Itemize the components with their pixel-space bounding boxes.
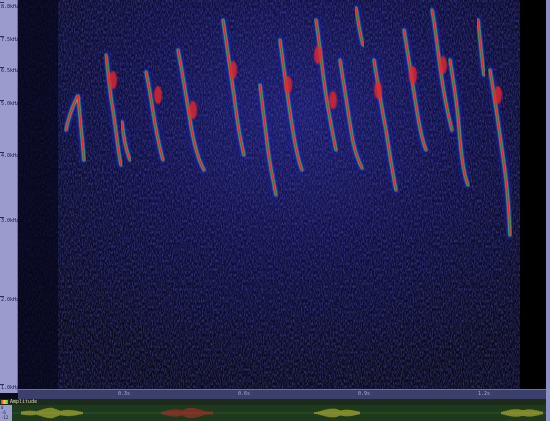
amp-tick-label: -12 [1, 415, 9, 420]
freq-tick-label: 1.0kHz [1, 385, 20, 391]
time-tick-label: 0.6s [238, 391, 251, 397]
spectrogram-viewer: 8.8kHz 7.5kHz 6.5kHz 5.0kHz 4.0kHz 3.0kH… [0, 0, 550, 421]
energy-hotspot [439, 56, 447, 74]
ruler-mark [0, 2, 4, 3]
freq-tick-label: 6.5kHz [1, 68, 20, 74]
energy-hotspot [109, 71, 117, 89]
color-scale-icon [1, 400, 8, 404]
energy-hotspot [494, 86, 502, 104]
freq-tick-label: 5.0kHz [1, 101, 20, 107]
spectrogram-canvas[interactable] [18, 0, 520, 389]
time-tick-label: 1.2s [478, 391, 491, 397]
freq-tick-label: 4.0kHz [1, 153, 20, 159]
energy-hotspot [189, 101, 197, 119]
freq-tick-label: 7.5kHz [1, 37, 20, 43]
right-scrollbar[interactable] [546, 0, 550, 421]
frequency-ruler: 8.8kHz 7.5kHz 6.5kHz 5.0kHz 4.0kHz 3.0kH… [0, 0, 20, 393]
time-tick-label: 0.9s [358, 391, 371, 397]
freq-tick-label: 2.0kHz [1, 297, 20, 303]
freq-tick-label: 3.0kHz [1, 218, 20, 224]
amplitude-ruler: 0 -6 -12 [0, 405, 12, 421]
energy-hotspot [154, 86, 162, 104]
energy-hotspot [229, 61, 237, 79]
freq-tick-label: 8.8kHz [1, 4, 20, 10]
energy-hotspot [329, 91, 337, 109]
energy-hotspot [314, 46, 322, 64]
waveform [12, 407, 546, 419]
energy-hotspot [409, 66, 417, 84]
waveform-panel[interactable] [12, 405, 546, 421]
silence-region [18, 0, 58, 389]
time-tick-label: 0.3s [118, 391, 131, 397]
energy-hotspot [284, 76, 292, 94]
energy-hotspot [374, 81, 382, 99]
